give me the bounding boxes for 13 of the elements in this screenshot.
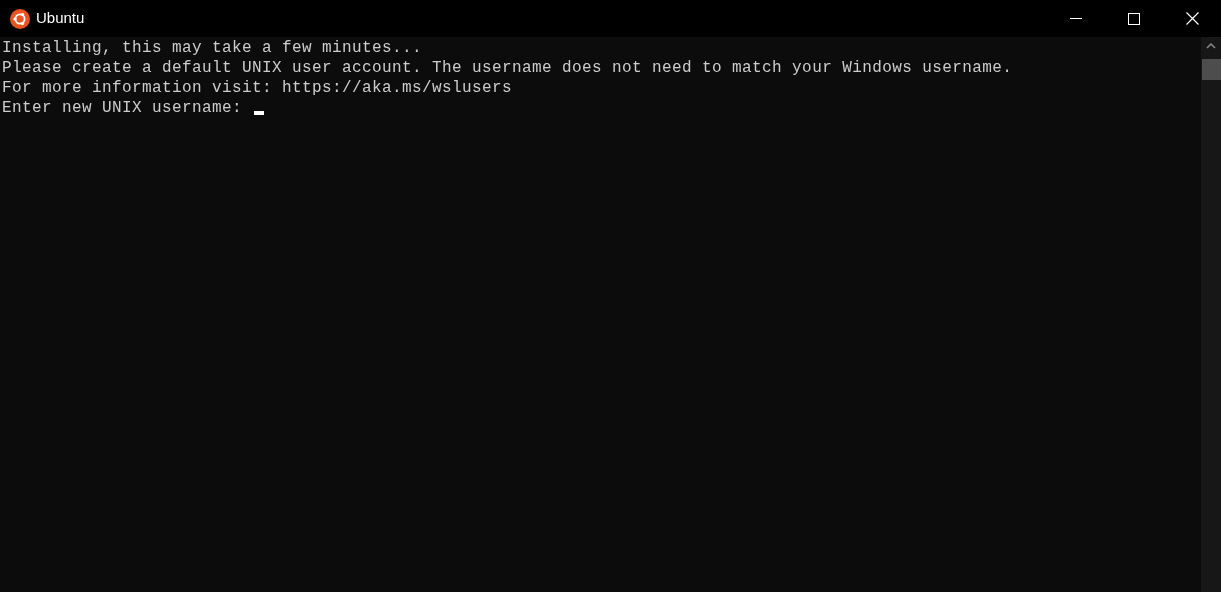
minimize-icon [1070,17,1082,20]
maximize-icon [1128,12,1140,25]
close-icon [1185,12,1199,25]
terminal-prompt: Enter new UNIX username: [2,98,243,118]
scroll-up-icon[interactable] [1206,43,1216,49]
text-cursor [254,111,265,115]
scrollbar-thumb[interactable] [1201,59,1221,80]
window-title: Ubuntu [36,8,85,29]
app-logo-icon [10,8,30,29]
scrollbar[interactable] [1201,37,1221,592]
terminal-line: Installing, this may take a few minutes... [2,38,423,58]
terminal-line: Please create a default UNIX user account. The username does not need to match your Windows username. [2,58,1013,78]
terminal-line: For more information visit: https://aka.ms/wslusers [2,78,513,98]
